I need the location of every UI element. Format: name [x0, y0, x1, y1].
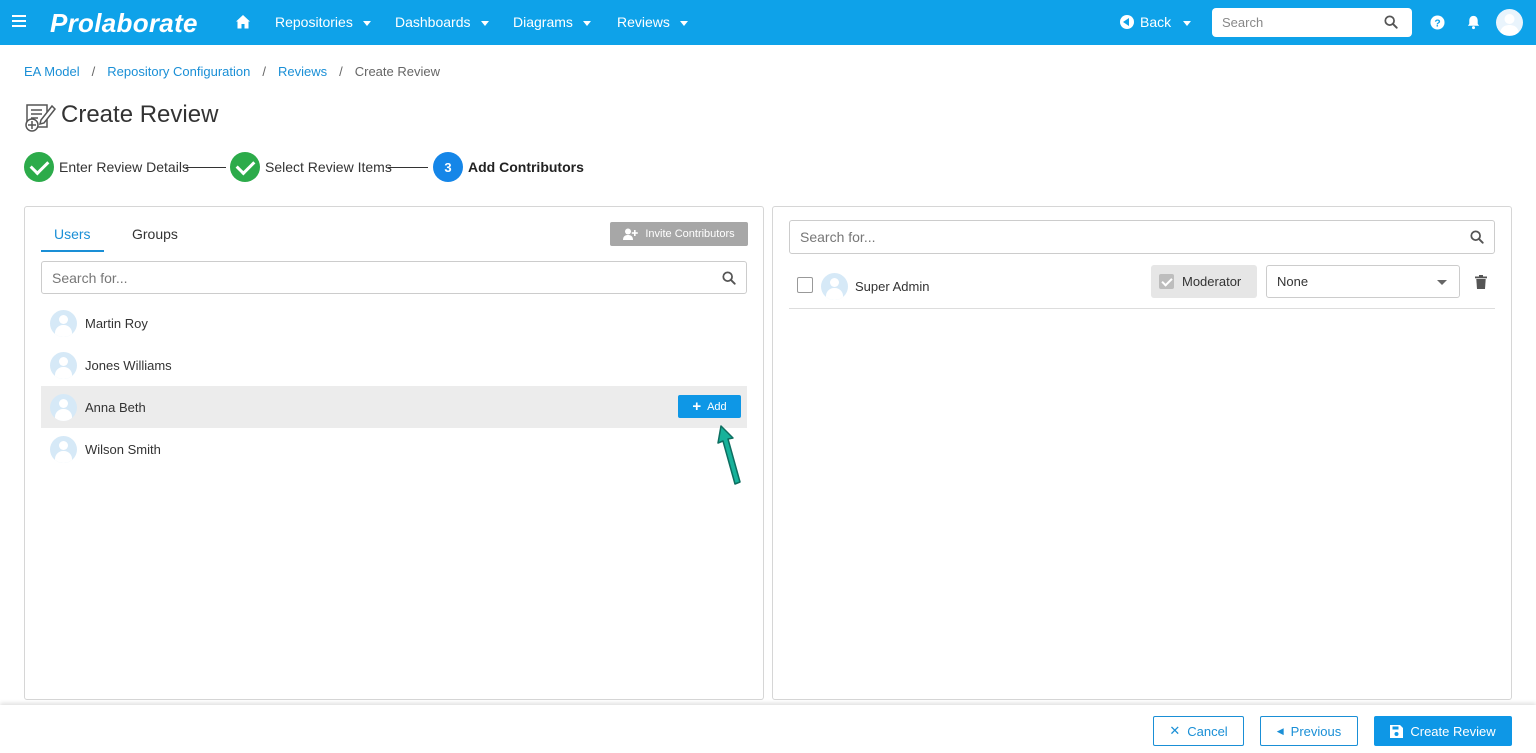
- search-icon[interactable]: [722, 270, 736, 285]
- user-row[interactable]: Martin Roy: [41, 302, 747, 344]
- chevron-down-icon: [582, 20, 591, 26]
- previous-label: Previous: [1290, 723, 1342, 739]
- previous-button[interactable]: ◀ Previous: [1260, 716, 1358, 746]
- check-icon: [1159, 274, 1174, 289]
- top-navbar: Prolaborate Repositories Dashboards Diag…: [0, 0, 1536, 45]
- chevron-down-icon: [679, 20, 688, 26]
- chevron-down-icon: [362, 20, 371, 26]
- user-avatar-icon: [821, 273, 848, 300]
- nav-dashboards-label: Dashboards: [395, 14, 471, 30]
- contributors-search-input[interactable]: [800, 229, 1470, 245]
- svg-text:?: ?: [1434, 18, 1440, 29]
- save-icon: [1390, 724, 1404, 738]
- user-row[interactable]: Wilson Smith: [41, 428, 747, 470]
- nav-reviews-label: Reviews: [617, 14, 670, 30]
- breadcrumb-separator: /: [91, 64, 96, 79]
- cancel-label: Cancel: [1187, 723, 1228, 739]
- step-label: Add Contributors: [468, 159, 584, 175]
- role-select-value: None: [1277, 274, 1309, 289]
- back-icon: [1120, 15, 1134, 29]
- search-icon[interactable]: [1384, 15, 1398, 29]
- check-icon: [230, 152, 260, 182]
- chevron-left-icon: ◀: [1276, 725, 1284, 736]
- nav-reviews[interactable]: Reviews: [617, 14, 688, 30]
- user-row[interactable]: Jones Williams: [41, 344, 747, 386]
- user-name: Anna Beth: [85, 399, 146, 415]
- user-avatar-icon[interactable]: [1496, 9, 1523, 36]
- step-connector: [186, 167, 226, 168]
- breadcrumb-current: Create Review: [354, 64, 440, 79]
- tab-users[interactable]: Users: [41, 226, 104, 252]
- contributor-name: Super Admin: [855, 279, 930, 294]
- tab-groups[interactable]: Groups: [132, 226, 178, 242]
- breadcrumb-separator: /: [339, 64, 343, 79]
- breadcrumb-reviews[interactable]: Reviews: [278, 64, 327, 79]
- moderator-label: Moderator: [1182, 274, 1242, 289]
- footer-bar: ✕ Cancel ◀ Previous Create Review: [0, 705, 1536, 753]
- cancel-button[interactable]: ✕ Cancel: [1153, 716, 1244, 746]
- back-label: Back: [1140, 14, 1172, 30]
- step-label: Select Review Items: [265, 159, 392, 175]
- breadcrumb-repository-configuration[interactable]: Repository Configuration: [107, 64, 250, 79]
- contributors-panel: Super Admin Moderator None: [772, 206, 1512, 700]
- step-label: Enter Review Details: [59, 159, 189, 175]
- user-name: Jones Williams: [85, 357, 172, 373]
- role-select[interactable]: None: [1266, 265, 1460, 298]
- invite-contributors-button[interactable]: Invite Contributors: [610, 222, 748, 246]
- step-select-review-items[interactable]: Select Review Items: [230, 152, 392, 182]
- contributor-checkbox[interactable]: [797, 277, 813, 293]
- user-avatar-icon: [50, 393, 77, 421]
- edit-document-icon: [25, 104, 56, 132]
- global-search: [1212, 8, 1412, 37]
- breadcrumb-separator: /: [262, 64, 266, 79]
- user-avatar-icon: [50, 351, 77, 379]
- chevron-down-icon: [1437, 280, 1447, 285]
- users-search-input[interactable]: [52, 269, 722, 286]
- annotation-arrow-icon: [717, 425, 741, 485]
- nav-diagrams[interactable]: Diagrams: [513, 14, 591, 30]
- users-panel: Users Groups Invite Contributors Martin …: [24, 206, 764, 700]
- help-icon[interactable]: ?: [1430, 15, 1445, 30]
- step-enter-review-details[interactable]: Enter Review Details: [24, 152, 189, 182]
- nav-diagrams-label: Diagrams: [513, 14, 573, 30]
- global-search-input[interactable]: [1222, 15, 1382, 30]
- step-connector: [388, 167, 428, 168]
- search-icon[interactable]: [1470, 230, 1484, 244]
- add-user-button[interactable]: + Add: [678, 395, 741, 418]
- users-search: [41, 261, 747, 294]
- chevron-down-icon: [480, 20, 489, 26]
- nav-repositories-label: Repositories: [275, 14, 353, 30]
- user-avatar-icon: [50, 435, 77, 463]
- page-title: Create Review: [61, 101, 219, 128]
- user-avatar-icon: [50, 309, 77, 337]
- chevron-down-icon: [1183, 20, 1192, 26]
- check-icon: [24, 152, 54, 182]
- invite-contributors-label: Invite Contributors: [645, 228, 735, 240]
- breadcrumb-ea-model[interactable]: EA Model: [24, 64, 80, 79]
- add-label: Add: [707, 400, 727, 413]
- contributors-search: [789, 220, 1495, 254]
- app-logo[interactable]: Prolaborate: [50, 8, 198, 39]
- step-add-contributors[interactable]: 3 Add Contributors: [433, 152, 584, 182]
- create-review-button[interactable]: Create Review: [1374, 716, 1512, 746]
- home-icon[interactable]: [235, 14, 251, 30]
- plus-icon: +: [692, 398, 702, 415]
- nav-dashboards[interactable]: Dashboards: [395, 14, 489, 30]
- user-name: Martin Roy: [85, 315, 148, 331]
- close-icon: ✕: [1169, 723, 1181, 738]
- trash-icon[interactable]: [1475, 275, 1487, 289]
- back-button[interactable]: Back: [1120, 14, 1192, 30]
- breadcrumb: EA Model / Repository Configuration / Review…: [24, 64, 440, 79]
- bell-icon[interactable]: [1466, 14, 1481, 30]
- moderator-toggle[interactable]: Moderator: [1151, 265, 1257, 298]
- hamburger-icon[interactable]: [12, 12, 26, 32]
- step-number: 3: [433, 152, 463, 182]
- user-plus-icon: [623, 228, 639, 240]
- user-row[interactable]: Anna Beth + Add: [41, 386, 747, 428]
- contributor-row: Super Admin Moderator None: [789, 265, 1495, 309]
- create-review-label: Create Review: [1410, 723, 1496, 739]
- user-name: Wilson Smith: [85, 441, 161, 457]
- nav-repositories[interactable]: Repositories: [275, 14, 371, 30]
